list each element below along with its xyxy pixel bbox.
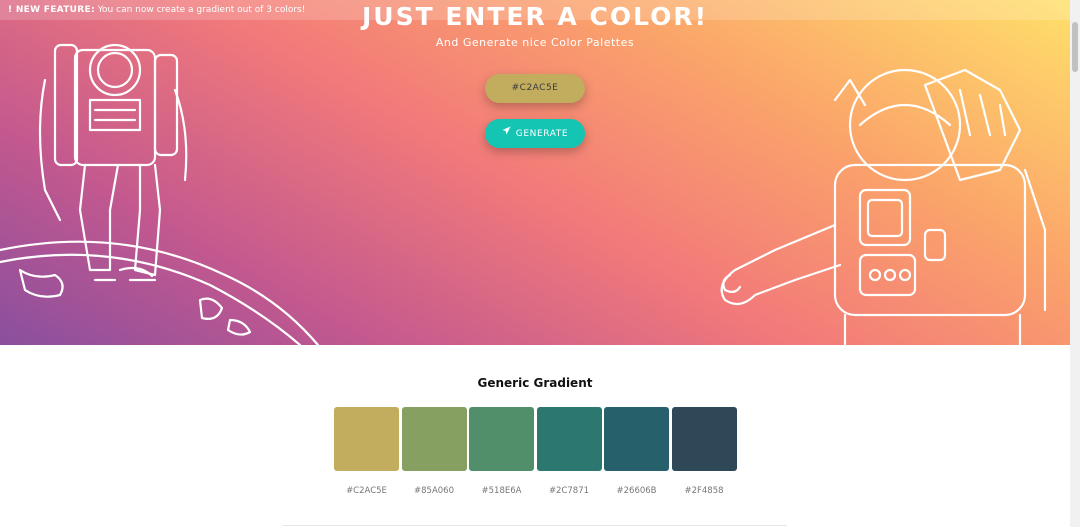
swatch-hex-label[interactable]: #85A060 bbox=[402, 486, 467, 496]
color-swatch[interactable] bbox=[671, 407, 737, 471]
swatch-hex-label[interactable]: #518E6A bbox=[469, 486, 534, 496]
color-swatch[interactable] bbox=[401, 407, 467, 471]
color-swatch[interactable] bbox=[604, 407, 669, 471]
scrollbar-thumb[interactable] bbox=[1072, 22, 1078, 72]
color-swatch[interactable] bbox=[536, 407, 602, 471]
scrollbar[interactable] bbox=[1070, 0, 1080, 527]
swatch-hex-label[interactable]: #C2AC5E bbox=[334, 486, 399, 496]
page-title: JUST ENTER A COLOR! bbox=[361, 2, 709, 31]
generate-button[interactable]: GENERATE bbox=[485, 119, 585, 148]
swatch-hex-label[interactable]: #26606B bbox=[604, 486, 669, 496]
astronaut-illustration bbox=[0, 43, 1047, 345]
swatch-hex-label[interactable]: #2F4858 bbox=[672, 486, 737, 496]
swatch-hex-label[interactable]: #2C7871 bbox=[537, 486, 602, 496]
color-input[interactable]: #C2AC5E bbox=[485, 74, 585, 103]
hero-section: ! NEW FEATURE: You can now create a grad… bbox=[0, 0, 1070, 345]
page-subtitle: And Generate nice Color Palettes bbox=[435, 36, 635, 49]
divider bbox=[283, 525, 787, 526]
paper-plane-icon bbox=[502, 119, 511, 148]
color-swatch[interactable] bbox=[334, 407, 399, 471]
color-swatch[interactable] bbox=[469, 407, 534, 471]
generate-button-label: GENERATE bbox=[515, 129, 569, 139]
palette-title: Generic Gradient bbox=[477, 376, 593, 390]
